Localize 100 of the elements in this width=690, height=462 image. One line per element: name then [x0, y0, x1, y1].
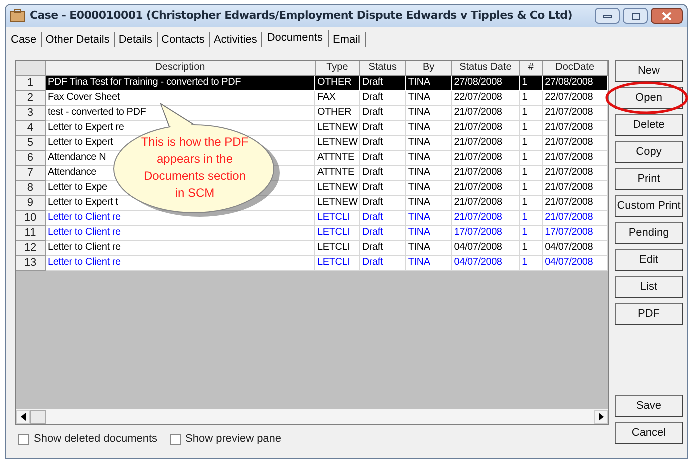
table-cell: TINA: [406, 241, 452, 256]
table-cell: Draft: [360, 166, 406, 181]
row-number: 7: [16, 166, 46, 181]
table-cell: 21/07/2008: [452, 136, 520, 151]
table-cell: 22/07/2008: [543, 91, 608, 106]
table-cell: Draft: [360, 196, 406, 211]
table-cell: 1: [520, 166, 544, 181]
table-cell: Draft: [360, 76, 406, 91]
table-cell: TINA: [406, 166, 452, 181]
column-header[interactable]: DocDate: [543, 61, 608, 76]
table-cell: OTHER: [315, 76, 360, 91]
close-icon: [662, 12, 672, 20]
table-cell: 1: [520, 121, 544, 136]
table-cell: 1: [520, 151, 544, 166]
row-number: 13: [16, 256, 46, 271]
table-cell: LETCLI: [315, 211, 360, 226]
table-cell: 21/07/2008: [452, 106, 520, 121]
table-cell: 21/07/2008: [543, 121, 608, 136]
table-cell: 1: [520, 196, 544, 211]
table-cell: FAX: [315, 91, 360, 106]
table-cell: Draft: [360, 241, 406, 256]
table-cell: Draft: [360, 136, 406, 151]
left-arrow-icon: [20, 412, 26, 420]
action-button[interactable]: Save: [615, 395, 683, 417]
horizontal-scrollbar[interactable]: [16, 409, 608, 424]
table-cell: 04/07/2008: [452, 256, 520, 271]
action-button[interactable]: List: [615, 276, 683, 298]
row-number: 12: [16, 241, 46, 256]
table-cell: 17/07/2008: [543, 226, 608, 241]
table-cell: 21/07/2008: [543, 136, 608, 151]
row-number: 6: [16, 151, 46, 166]
table-cell: 04/07/2008: [543, 241, 608, 256]
action-button[interactable]: Copy: [615, 141, 683, 163]
table-cell: 1: [520, 76, 544, 91]
table-cell: Draft: [360, 181, 406, 196]
checkbox[interactable]: [170, 434, 181, 445]
row-number: 1: [16, 76, 46, 91]
table-cell: TINA: [406, 106, 452, 121]
action-button[interactable]: PDF: [615, 303, 683, 325]
right-arrow-icon: [598, 412, 604, 420]
table-cell: 17/07/2008: [452, 226, 520, 241]
table-cell: TINA: [406, 196, 452, 211]
table-cell: PDF Tina Test for Training - converted to PDF: [46, 76, 316, 91]
table-cell: Draft: [360, 211, 406, 226]
table-cell: TINA: [406, 226, 452, 241]
action-button[interactable]: Pending: [615, 222, 683, 244]
table-cell: Letter to Client re: [46, 226, 316, 241]
table-cell: TINA: [406, 151, 452, 166]
table-cell: TINA: [406, 211, 452, 226]
table-cell: 21/07/2008: [543, 211, 608, 226]
action-button[interactable]: Delete: [615, 114, 683, 136]
action-button[interactable]: New: [615, 60, 683, 82]
action-button[interactable]: Open: [615, 87, 683, 109]
column-header[interactable]: #: [520, 61, 544, 76]
table-cell: 21/07/2008: [543, 151, 608, 166]
table-cell: LETNEW: [315, 181, 360, 196]
column-header[interactable]: Status: [360, 61, 406, 76]
table-cell: Draft: [360, 256, 406, 271]
table-cell: Letter to Client re: [46, 256, 316, 271]
checkbox-label: Show preview pane: [186, 432, 282, 447]
table-cell: ATTNTE: [315, 166, 360, 181]
column-header[interactable]: Status Date: [452, 61, 520, 76]
header-corner: [16, 61, 46, 76]
table-cell: Draft: [360, 121, 406, 136]
table-cell: 21/07/2008: [543, 166, 608, 181]
table-cell: 1: [520, 106, 544, 121]
table-cell: LETNEW: [315, 136, 360, 151]
table-cell: 1: [520, 181, 544, 196]
table-cell: 21/07/2008: [452, 196, 520, 211]
action-button[interactable]: Cancel: [615, 422, 683, 444]
action-button[interactable]: Custom Print: [615, 195, 683, 217]
action-button[interactable]: Edit: [615, 249, 683, 271]
checkbox[interactable]: [18, 434, 29, 445]
table-cell: Fax Cover Sheet: [46, 91, 316, 106]
row-number: 9: [16, 196, 46, 211]
table-cell: LETCLI: [315, 226, 360, 241]
table-cell: TINA: [406, 76, 452, 91]
table-cell: 1: [520, 256, 544, 271]
window-title: Case - E000010001 (Christopher Edwards/Employment Dispute Edwards v Tipples & Co Ltd): [30, 8, 572, 24]
maximize-button[interactable]: [623, 8, 648, 24]
close-button[interactable]: [651, 8, 683, 24]
table-cell: 21/07/2008: [452, 211, 520, 226]
action-button[interactable]: Print: [615, 168, 683, 190]
column-header[interactable]: By: [406, 61, 452, 76]
column-header[interactable]: Type: [316, 61, 360, 76]
table-cell: 1: [520, 226, 544, 241]
row-number: 5: [16, 136, 46, 151]
table-cell: TINA: [406, 91, 452, 106]
column-header[interactable]: Description: [46, 61, 316, 76]
table-cell: Draft: [360, 151, 406, 166]
minimize-button[interactable]: [595, 8, 620, 24]
table-cell: 1: [520, 211, 544, 226]
table-cell: LETNEW: [315, 121, 360, 136]
table-cell: OTHER: [315, 106, 360, 121]
table-cell: 21/07/2008: [543, 106, 608, 121]
table-cell: LETCLI: [315, 256, 360, 271]
scrollbar-thumb[interactable]: [30, 410, 46, 424]
table-cell: TINA: [406, 136, 452, 151]
table-cell: 21/07/2008: [452, 181, 520, 196]
briefcase-icon: [10, 9, 26, 23]
